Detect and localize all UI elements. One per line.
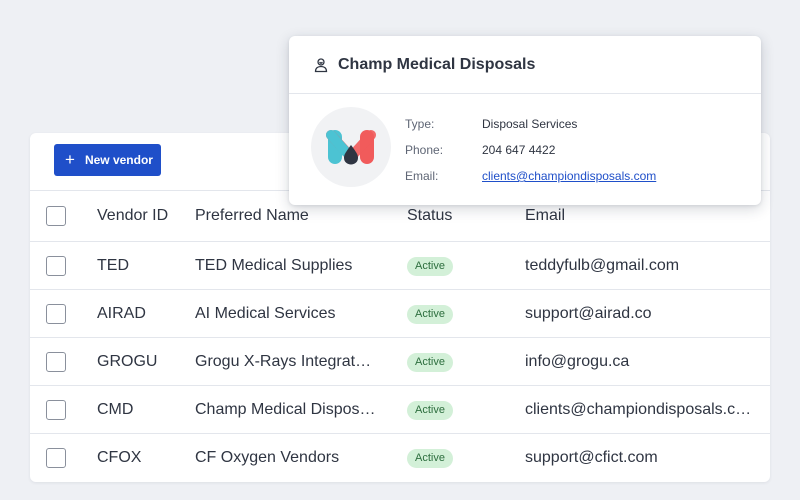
vendor-person-icon [314,57,328,72]
vendor-email-cell: clients@championdisposals.c… [525,400,752,418]
phone-label: Phone: [405,143,444,157]
row-checkbox[interactable] [46,399,66,420]
vendor-details-popover: Champ Medical Disposals Type: Disposal S… [289,36,761,205]
vendor-logo-mark [326,130,376,165]
row-checkbox[interactable] [46,448,66,468]
vendor-id-cell: CMD [97,400,134,418]
vendor-name-cell: TED Medical Supplies [195,256,353,274]
vendor-name-cell: Champ Medical Dispos… [195,400,376,418]
column-header-email[interactable]: Email [525,207,565,225]
status-badge: Active [407,304,453,324]
status-badge: Active [407,400,453,420]
vendor-id-cell: CFOX [97,449,142,466]
type-label: Type: [405,117,435,131]
table-row[interactable]: AIRAD AI Medical Services Active support… [30,290,770,338]
type-value: Disposal Services [482,117,578,131]
column-header-vendor-id[interactable]: Vendor ID [97,207,168,225]
vendor-id-cell: AIRAD [97,304,146,322]
vendor-email-cell: teddyfulb@gmail.com [525,256,680,274]
email-label: Email: [405,169,439,183]
popover-header: Champ Medical Disposals [289,36,761,94]
select-all-checkbox[interactable] [46,206,66,226]
vendor-email-cell: support@airad.co [525,304,652,322]
row-checkbox[interactable] [46,255,66,276]
row-checkbox[interactable] [46,351,66,372]
vendor-email-cell: info@grogu.ca [525,352,630,370]
table-row[interactable]: CMD Champ Medical Dispos… Active clients… [30,386,770,434]
popover-title: Champ Medical Disposals [338,55,536,73]
vendor-logo [311,107,391,187]
row-checkbox[interactable] [46,303,66,324]
column-header-preferred-name[interactable]: Preferred Name [195,207,309,225]
vendor-id-cell: GROGU [97,352,158,370]
popover-body: Type: Disposal Services Phone: 204 647 4… [289,94,761,204]
new-vendor-button[interactable]: + New vendor [54,144,161,176]
status-badge: Active [407,449,453,468]
email-link[interactable]: clients@championdisposals.com [482,169,656,183]
phone-value: 204 647 4422 [482,143,556,157]
vendor-name-cell: CF Oxygen Vendors [195,449,340,466]
table-row[interactable]: GROGU Grogu X-Rays Integrat… Active info… [30,338,770,386]
table-row[interactable]: CFOX CF Oxygen Vendors Active support@cf… [30,434,770,482]
vendor-id-cell: TED [97,256,129,274]
vendor-name-cell: Grogu X-Rays Integrat… [195,352,372,370]
status-badge: Active [407,256,453,276]
vendor-name-cell: AI Medical Services [195,304,336,322]
vendor-email-cell: support@cfict.com [525,449,658,466]
new-vendor-label: New vendor [84,153,153,167]
column-header-status[interactable]: Status [407,207,452,225]
plus-icon: + [65,149,75,169]
table-row[interactable]: TED TED Medical Supplies Active teddyful… [30,242,770,290]
status-badge: Active [407,352,453,372]
